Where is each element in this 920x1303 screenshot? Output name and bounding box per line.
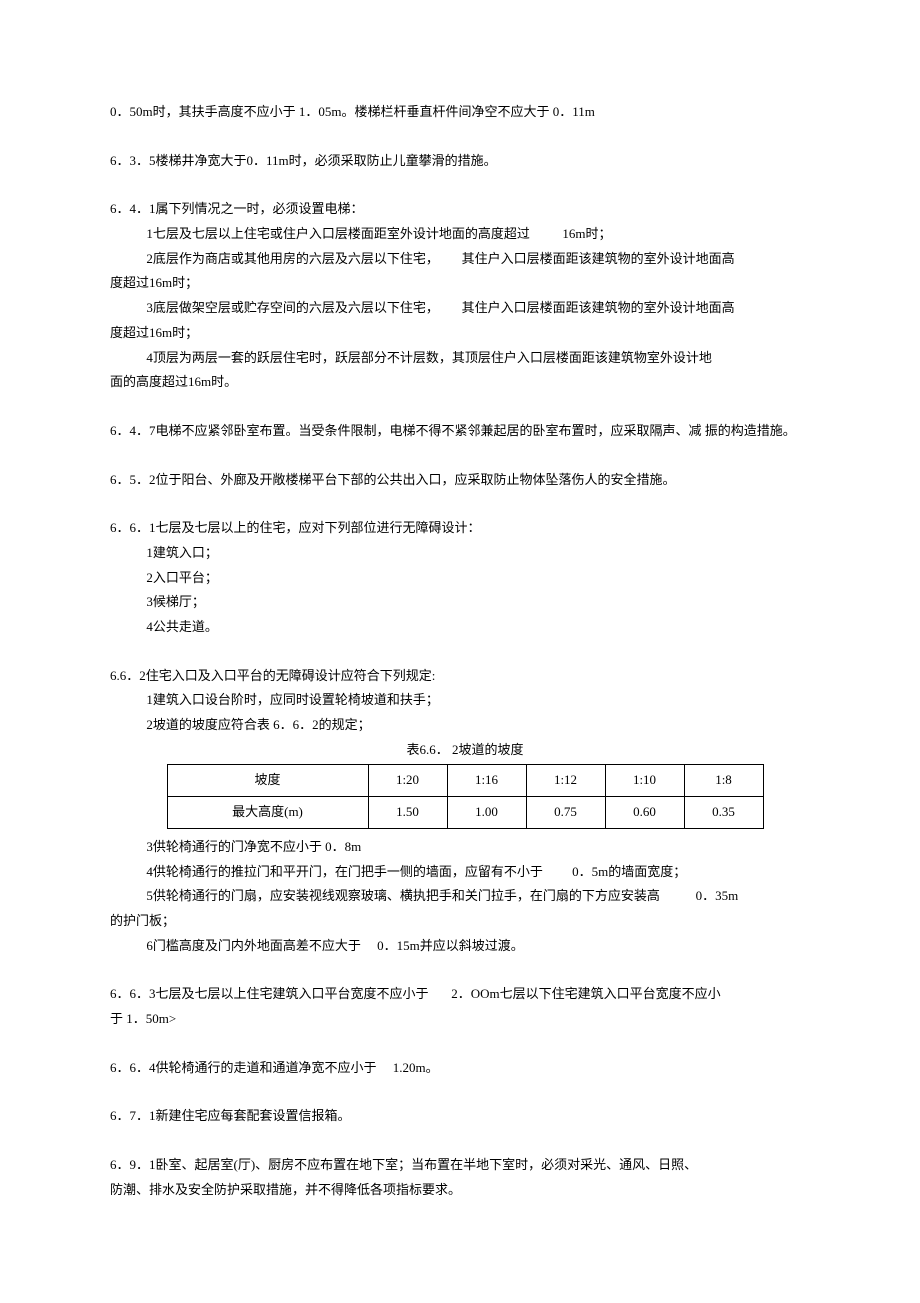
list-item: 4供轮椅通行的推拉门和平开门，在门把手一侧的墙面，应留有不小于 0．5m的墙面宽… [110,860,820,885]
table-cell: 1:16 [447,765,526,797]
clause-6-6-2: 6.6．2住宅入口及入口平台的无障碍设计应符合下列规定: 1建筑入口设台阶时，应… [110,664,820,959]
list-item-cont: 的护门板； [110,909,820,934]
table-cell: 1.50 [368,797,447,829]
list-item: 3底层做架空层或贮存空间的六层及六层以下住宅， 其住户入口层楼面距该建筑物的室外… [110,296,820,321]
clause-6-6-3: 6．6．3七层及七层以上住宅建筑入口平台宽度不应小于 2．OOm七层以下住宅建筑… [110,982,820,1031]
clause-6-4-7: 6．4．7电梯不应紧邻卧室布置。当受条件限制，电梯不得不紧邻兼起居的卧室布置时，… [110,419,820,444]
clause-6-6-4: 6．6．4供轮椅通行的走道和通道净宽不应小于 1.20m。 [110,1056,820,1081]
clause-6-6-1: 6．6．1七层及七层以上的住宅，应对下列部位进行无障碍设计： 1建筑入口； 2入… [110,516,820,639]
clause-6-9-1: 6．9．1卧室、起居室(厅)、厨房不应布置在地下室；当布置在半地下室时，必须对采… [110,1153,820,1202]
list-item: 2入口平台； [110,566,820,591]
list-item: 4公共走道。 [110,615,820,640]
list-item-cont: 度超过16m时； [110,271,820,296]
clause-text: 6．6．3七层及七层以上住宅建筑入口平台宽度不应小于 2．OOm七层以下住宅建筑… [110,982,820,1007]
paragraph-continuation: 0．50m时，其扶手高度不应小于 1．05m。楼梯栏杆垂直杆件间净空不应大于 0… [110,100,820,125]
list-item: 2坡道的坡度应符合表 6．6．2的规定； [110,713,820,738]
list-item: 1建筑入口； [110,541,820,566]
clause-text-cont: 于 1．50m> [110,1007,820,1032]
clause-head: 6．6．1七层及七层以上的住宅，应对下列部位进行无障碍设计： [110,516,820,541]
table-cell: 0.75 [526,797,605,829]
table-cell: 1:8 [684,765,763,797]
clause-head: 6．4．1属下列情况之一时，必须设置电梯： [110,197,820,222]
list-item: 5供轮椅通行的门扇，应安装视线观察玻璃、横执把手和关门拉手，在门扇的下方应安装高… [110,884,820,909]
table-cell: 0.60 [605,797,684,829]
table-caption: 表6.6． 2坡道的坡度 [110,738,820,763]
clause-text: 6．9．1卧室、起居室(厅)、厨房不应布置在地下室；当布置在半地下室时，必须对采… [110,1153,820,1178]
list-item: 2底层作为商店或其他用房的六层及六层以下住宅， 其住户入口层楼面距该建筑物的室外… [110,247,820,272]
table-cell: 1:10 [605,765,684,797]
table-cell: 最大高度(m) [167,797,368,829]
table-cell: 1:20 [368,765,447,797]
clause-text-cont: 防潮、排水及安全防护采取措施，并不得降低各项指标要求。 [110,1178,820,1203]
clause-6-7-1: 6．7．1新建住宅应每套配套设置信报箱。 [110,1104,820,1129]
list-item: 1七层及七层以上住宅或住户入口层楼面距室外设计地面的高度超过 16m时； [110,222,820,247]
table-cell: 0.35 [684,797,763,829]
clause-6-3-5: 6．3．5楼梯井净宽大于0．11m时，必须采取防止儿童攀滑的措施。 [110,149,820,174]
list-item: 3候梯厅； [110,590,820,615]
list-item-cont: 面的高度超过16m时。 [110,370,820,395]
list-item: 3供轮椅通行的门净宽不应小于 0．8m [110,835,820,860]
table-row: 最大高度(m) 1.50 1.00 0.75 0.60 0.35 [167,797,763,829]
list-item: 4顶层为两层一套的跃层住宅时，跃层部分不计层数，其顶层住户入口层楼面距该建筑物室… [110,346,820,371]
table-cell: 1.00 [447,797,526,829]
list-item-cont: 度超过16m时； [110,321,820,346]
table-cell: 坡度 [167,765,368,797]
clause-6-4-1: 6．4．1属下列情况之一时，必须设置电梯： 1七层及七层以上住宅或住户入口层楼面… [110,197,820,395]
table-row: 坡度 1:20 1:16 1:12 1:10 1:8 [167,765,763,797]
clause-head: 6.6．2住宅入口及入口平台的无障碍设计应符合下列规定: [110,664,820,689]
table-cell: 1:12 [526,765,605,797]
slope-table: 坡度 1:20 1:16 1:12 1:10 1:8 最大高度(m) 1.50 … [167,764,764,828]
list-item: 6门槛高度及门内外地面高差不应大于 0．15m并应以斜坡过渡。 [110,934,820,959]
clause-6-5-2: 6．5．2位于阳台、外廊及开敞楼梯平台下部的公共出入口，应采取防止物体坠落伤人的… [110,468,820,493]
list-item: 1建筑入口设台阶时，应同时设置轮椅坡道和扶手； [110,688,820,713]
